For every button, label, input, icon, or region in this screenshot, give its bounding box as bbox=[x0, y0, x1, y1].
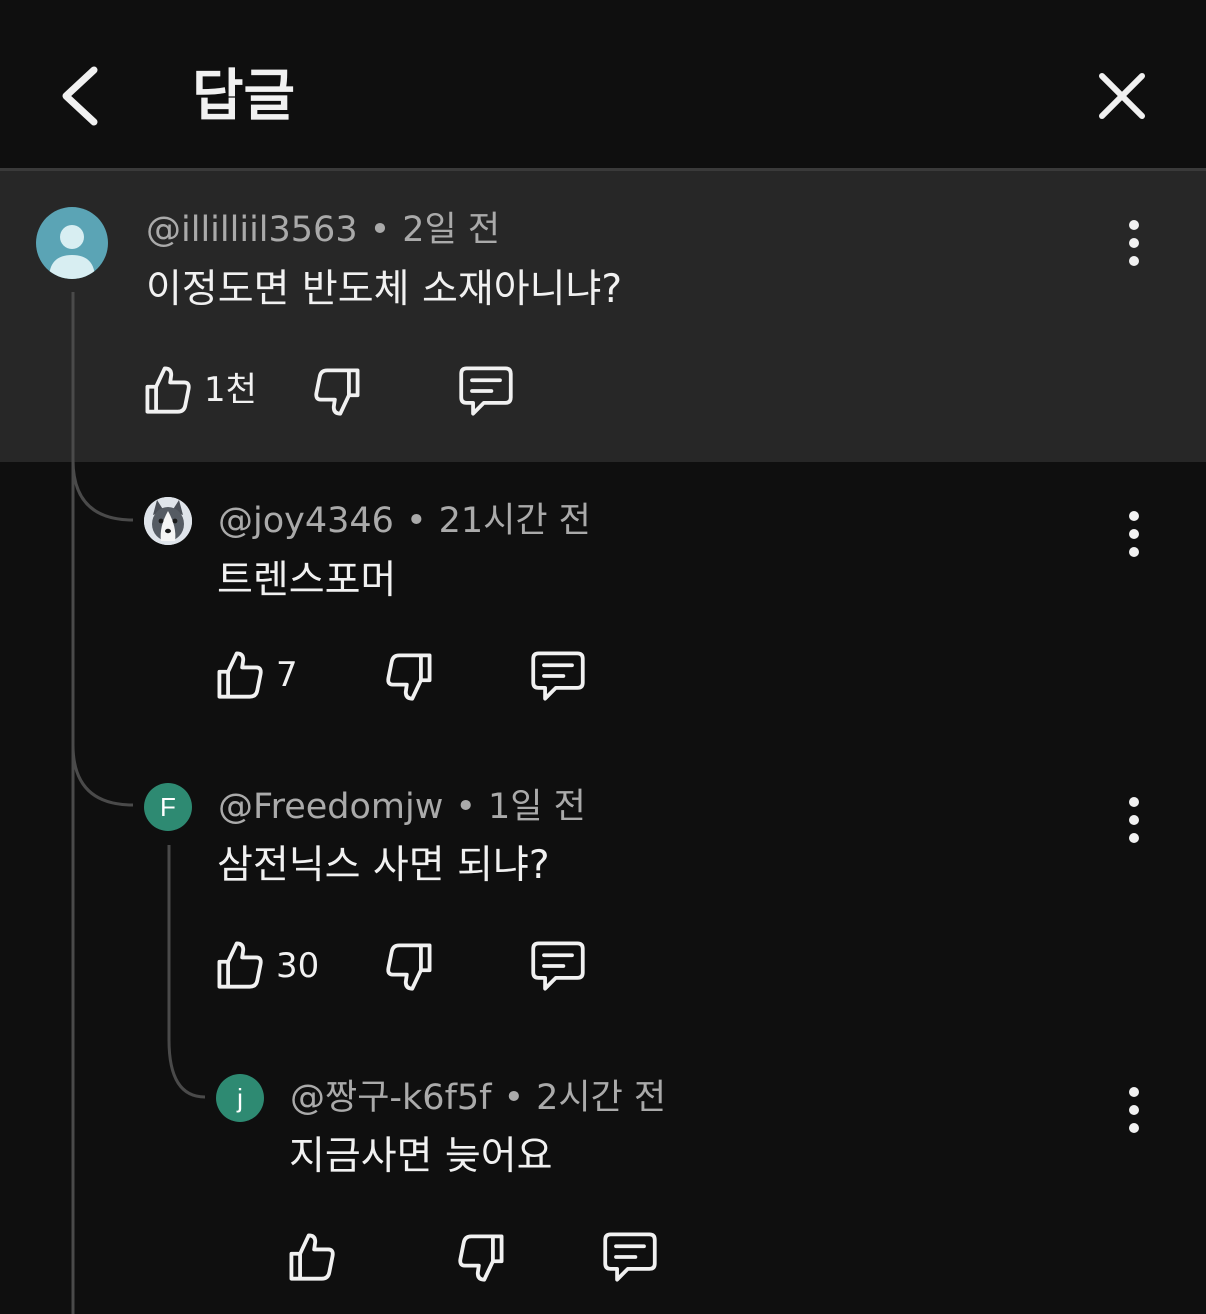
like-count: 7 bbox=[276, 655, 298, 695]
more-options-button[interactable] bbox=[1124, 509, 1144, 559]
comment-meta: @Freedomjw • 1일 전 bbox=[218, 785, 586, 829]
more-options-button[interactable] bbox=[1124, 218, 1144, 268]
more-vertical-icon bbox=[1129, 1087, 1139, 1133]
replies-header: 답글 bbox=[0, 0, 1206, 168]
default-user-icon bbox=[49, 225, 95, 279]
like-button[interactable] bbox=[214, 939, 266, 991]
reply-button[interactable] bbox=[530, 940, 586, 992]
thumbs-up-icon bbox=[145, 366, 191, 414]
husky-photo bbox=[144, 497, 192, 545]
comment-meta: @illilliil3563 • 2일 전 bbox=[146, 208, 500, 252]
thread-branch-freedom bbox=[71, 744, 134, 807]
comment-time: 2일 전 bbox=[402, 210, 501, 250]
avatar[interactable] bbox=[144, 497, 192, 545]
avatar[interactable] bbox=[36, 207, 108, 279]
comment-text: 트렌스포머 bbox=[217, 558, 397, 603]
comment-text: 지금사면 늦어요 bbox=[289, 1134, 553, 1179]
comment-author[interactable]: @joy4346 bbox=[218, 501, 394, 541]
more-options-button[interactable] bbox=[1124, 795, 1144, 845]
reply-button[interactable] bbox=[458, 365, 514, 417]
comment-author[interactable]: @Freedomjw bbox=[218, 787, 443, 827]
thumbs-down-icon bbox=[314, 368, 360, 416]
dislike-button[interactable] bbox=[455, 1232, 507, 1284]
more-vertical-icon bbox=[1129, 220, 1139, 266]
avatar[interactable]: j bbox=[216, 1074, 264, 1122]
thumbs-down-icon bbox=[458, 1234, 504, 1282]
dislike-button[interactable] bbox=[383, 941, 435, 993]
thumbs-down-icon bbox=[386, 943, 432, 991]
close-button[interactable] bbox=[1092, 66, 1152, 126]
more-options-button[interactable] bbox=[1124, 1085, 1144, 1135]
meta-separator: • bbox=[405, 501, 427, 541]
thumbs-up-icon bbox=[217, 651, 263, 699]
thumbs-up-icon bbox=[289, 1233, 335, 1281]
reply-comment-icon bbox=[531, 941, 585, 991]
meta-separator: • bbox=[503, 1078, 525, 1118]
comment-text: 이정도면 반도체 소재아니냐? bbox=[146, 267, 623, 312]
more-vertical-icon bbox=[1129, 511, 1139, 557]
back-button[interactable] bbox=[50, 60, 114, 132]
more-vertical-icon bbox=[1129, 797, 1139, 843]
reply-comment-icon bbox=[603, 1232, 657, 1282]
comment-meta: @짱구-k6f5f • 2시간 전 bbox=[290, 1076, 666, 1120]
page-title: 답글 bbox=[192, 64, 296, 129]
comment-text: 삼전닉스 사면 되냐? bbox=[217, 843, 550, 888]
dislike-button[interactable] bbox=[311, 366, 363, 418]
avatar[interactable]: F bbox=[144, 783, 192, 831]
reply-button[interactable] bbox=[602, 1231, 658, 1283]
chevron-left-icon bbox=[62, 66, 98, 126]
like-button[interactable] bbox=[214, 649, 266, 701]
meta-separator: • bbox=[455, 787, 477, 827]
thread-branch-joy bbox=[71, 459, 134, 522]
comment-meta: @joy4346 • 21시간 전 bbox=[218, 499, 591, 543]
like-count: 1천 bbox=[204, 370, 257, 410]
comment-author[interactable]: @짱구-k6f5f bbox=[290, 1078, 491, 1118]
like-button[interactable] bbox=[286, 1231, 338, 1283]
comment-time: 2시간 전 bbox=[536, 1078, 667, 1118]
meta-separator: • bbox=[369, 210, 391, 250]
like-button[interactable] bbox=[142, 364, 194, 416]
reply-comment-icon bbox=[459, 366, 513, 416]
reply-button[interactable] bbox=[530, 650, 586, 702]
thumbs-up-icon bbox=[217, 941, 263, 989]
comment-time: 1일 전 bbox=[488, 787, 586, 827]
comment-time: 21시간 전 bbox=[438, 501, 591, 541]
like-count: 30 bbox=[276, 946, 320, 986]
dislike-button[interactable] bbox=[383, 651, 435, 703]
thumbs-down-icon bbox=[386, 653, 432, 701]
reply-comment-icon bbox=[531, 651, 585, 701]
thread-branch-jjanggu bbox=[167, 1039, 206, 1099]
comment-author[interactable]: @illilliil3563 bbox=[146, 210, 358, 250]
close-icon bbox=[1099, 73, 1145, 119]
